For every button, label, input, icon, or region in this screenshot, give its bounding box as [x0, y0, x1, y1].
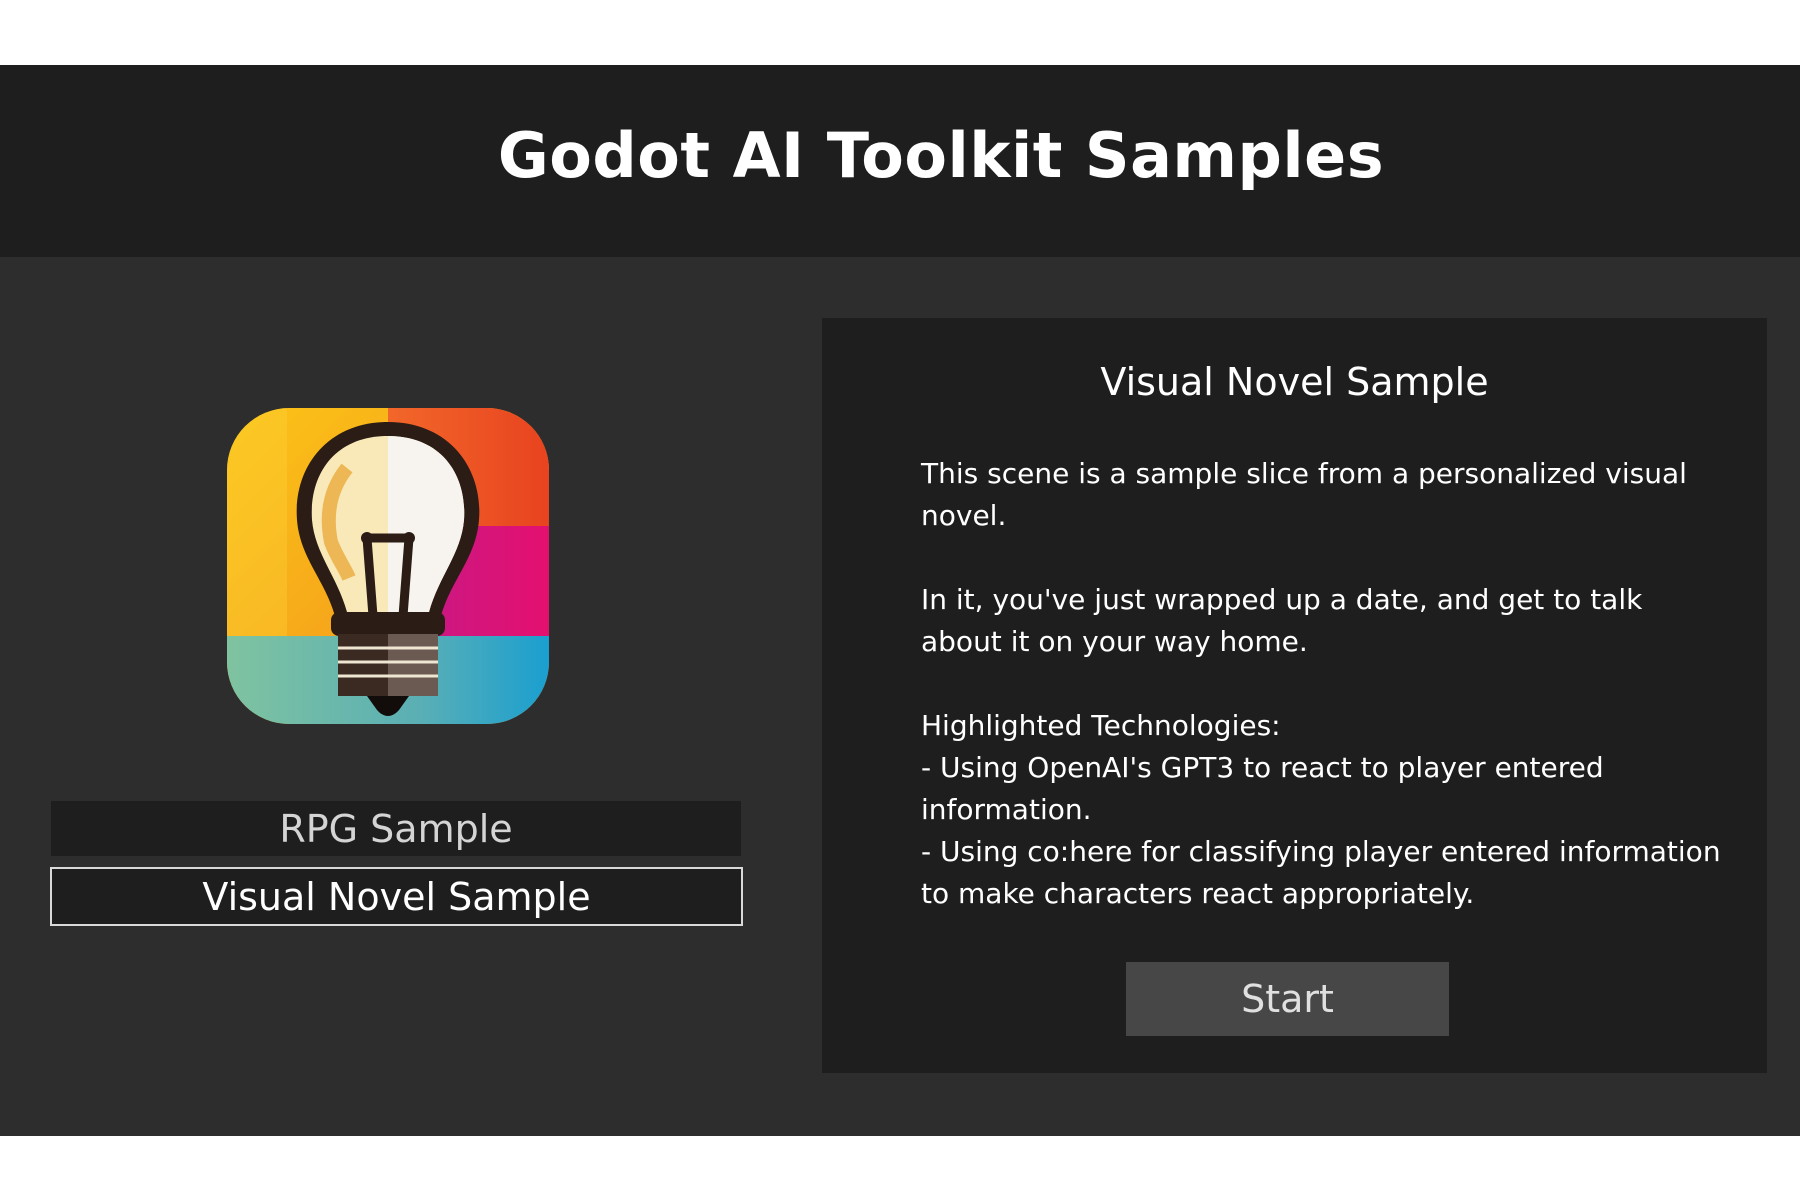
tech-item: - Using co:here for classifying player e…: [921, 835, 1721, 910]
rpg-sample-button[interactable]: RPG Sample: [51, 801, 741, 856]
description-paragraph: In it, you've just wrapped up a date, an…: [921, 583, 1643, 658]
description-paragraph: This scene is a sample slice from a pers…: [921, 457, 1687, 532]
detail-title: Visual Novel Sample: [1100, 360, 1489, 404]
rpg-sample-label: RPG Sample: [279, 806, 513, 851]
header-bar: Godot AI Toolkit Samples: [0, 65, 1800, 257]
start-button[interactable]: Start: [1126, 962, 1449, 1036]
lightbulb-icon: [227, 408, 549, 724]
page-title: Godot AI Toolkit Samples: [497, 118, 1385, 192]
tech-heading: Highlighted Technologies:: [921, 709, 1281, 742]
visual-novel-sample-label: Visual Novel Sample: [202, 874, 591, 919]
sample-detail-panel: Visual Novel Sample This scene is a samp…: [822, 318, 1767, 1073]
tech-item: - Using OpenAI's GPT3 to react to player…: [921, 751, 1604, 826]
main-menu-window: Godot AI Toolkit Samples RPG Sample Visu…: [0, 65, 1800, 1136]
detail-description: This scene is a sample slice from a pers…: [921, 453, 1731, 915]
visual-novel-sample-button[interactable]: Visual Novel Sample: [50, 867, 743, 926]
